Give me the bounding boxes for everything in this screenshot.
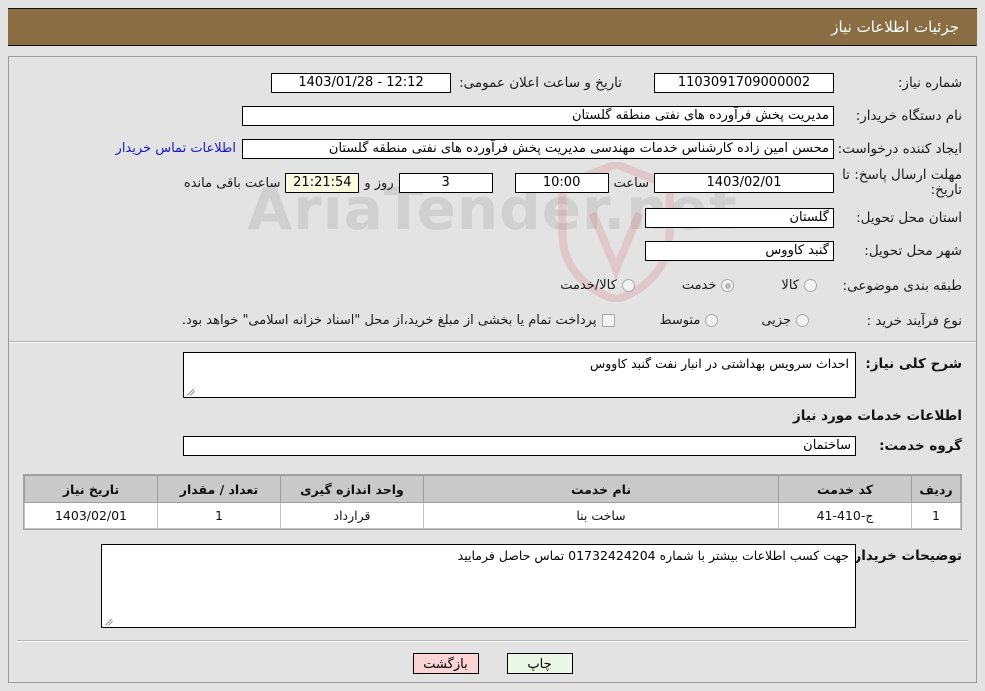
footer-button-bar: بازگشت چاپ <box>9 653 976 674</box>
print-button[interactable]: چاپ <box>506 653 573 674</box>
remaining-days-value: 3 <box>398 173 493 193</box>
city-label: شهر محل تحویل: <box>864 242 962 259</box>
footer-divider <box>17 640 968 642</box>
row-deadline: مهلت ارسال پاسخ: تا تاریخ: 1403/02/01 سا… <box>9 168 976 198</box>
th-unit: واحد اندازه گیری <box>280 475 424 503</box>
row-service-group: گروه خدمت: ساختمان <box>9 432 976 459</box>
islamic-treasury-label: پرداخت تمام یا بخشی از مبلغ خرید،از محل … <box>181 313 597 328</box>
radio-motevaset-icon[interactable] <box>705 314 719 327</box>
window-title-bar: جزئیات اطلاعات نیاز <box>8 8 977 46</box>
need-summary-label: شرح کلی نیاز: <box>865 356 962 372</box>
announce-date-label: تاریخ و ساعت اعلان عمومی: <box>459 74 622 91</box>
radio-option-kala[interactable]: کالا <box>779 278 820 293</box>
radio-kala-khedmat-label: کالا/خدمت <box>560 278 617 293</box>
radio-option-jozee[interactable]: جزیی <box>759 313 812 328</box>
deadline-date-value: 1403/02/01 <box>654 173 834 193</box>
radio-option-khedmat[interactable]: خدمت <box>680 278 738 293</box>
services-table-wrapper: ردیف کد خدمت نام خدمت واحد اندازه گیری ت… <box>23 474 962 530</box>
th-quantity: تعداد / مقدار <box>157 475 281 503</box>
need-number-label: شماره نیاز: <box>897 74 962 91</box>
buyer-notes-value: جهت کسب اطلاعات بیشتر با شماره 017324242… <box>457 548 849 563</box>
deadline-label: مهلت ارسال پاسخ: تا تاریخ: <box>842 167 962 198</box>
cell-name: ساخت بنا <box>423 502 779 529</box>
request-creator-value: محسن امین زاده کارشناس خدمات مهندسی مدیر… <box>242 138 834 159</box>
buyer-notes-textarea[interactable]: جهت کسب اطلاعات بیشتر با شماره 017324242… <box>101 544 856 628</box>
resize-grip-icon[interactable] <box>186 386 196 396</box>
buyer-org-label: نام دستگاه خریدار: <box>855 107 962 124</box>
radio-kala-khedmat-icon[interactable] <box>621 279 635 292</box>
buyer-contact-link[interactable]: اطلاعات تماس خریدار <box>116 141 242 156</box>
row-province: استان محل تحویل: گلستان <box>9 204 976 231</box>
panel-content: شماره نیاز: 1103091709000002 تاریخ و ساع… <box>9 69 976 628</box>
row-city: شهر محل تحویل: گنبد کاووس <box>9 237 976 264</box>
deadline-hour-label: ساعت <box>613 175 649 191</box>
cell-unit: قرارداد <box>280 502 424 529</box>
radio-khedmat-icon[interactable] <box>721 279 735 292</box>
radio-jozee-label: جزیی <box>761 313 791 328</box>
section-divider-top <box>9 341 976 343</box>
table-row: 1 ج-410-41 ساخت بنا قرارداد 1 1403/02/01 <box>24 502 961 529</box>
row-need-number: شماره نیاز: 1103091709000002 تاریخ و ساع… <box>9 69 976 96</box>
radio-khedmat-label: خدمت <box>681 278 717 293</box>
cell-date: 1403/02/01 <box>24 502 158 529</box>
service-group-label: گروه خدمت: <box>879 437 962 454</box>
row-buyer-notes: توضیحات خریدار: جهت کسب اطلاعات بیشتر با… <box>9 544 976 628</box>
detail-panel: AriaTender.net شماره نیاز: 1103091709000… <box>8 56 977 683</box>
radio-jozee-icon[interactable] <box>796 314 809 327</box>
remaining-time-suffix: ساعت باقی مانده <box>183 175 281 191</box>
th-date: تاریخ نیاز <box>24 475 158 503</box>
subject-category-label: طبقه بندی موضوعی: <box>842 277 962 294</box>
radio-option-kala-khedmat[interactable]: کالا/خدمت <box>558 278 638 293</box>
row-request-creator: ایجاد کننده درخواست: محسن امین زاده کارش… <box>9 135 976 162</box>
buyer-notes-label: توضیحات خریدار: <box>848 548 962 564</box>
need-summary-value: احداث سرویس بهداشتی در انبار نفت گنبد کا… <box>590 356 849 371</box>
remaining-days-label: روز و <box>364 175 394 191</box>
radio-kala-icon[interactable] <box>804 279 817 292</box>
th-name: نام خدمت <box>423 475 779 503</box>
back-button[interactable]: بازگشت <box>412 653 479 674</box>
row-subject-category: طبقه بندی موضوعی: کالا خدمت کالا/خدمت <box>9 272 976 299</box>
services-table: ردیف کد خدمت نام خدمت واحد اندازه گیری ت… <box>24 475 961 529</box>
row-need-summary: شرح کلی نیاز: احداث سرویس بهداشتی در انب… <box>9 352 976 398</box>
request-creator-label: ایجاد کننده درخواست: <box>837 140 962 157</box>
need-summary-textarea[interactable]: احداث سرویس بهداشتی در انبار نفت گنبد کا… <box>183 352 856 398</box>
province-value: گلستان <box>645 207 834 228</box>
announce-date-value: 1403/01/28 - 12:12 <box>271 72 452 93</box>
radio-kala-label: کالا <box>781 278 799 293</box>
remaining-time-value: 21:21:54 <box>285 173 360 193</box>
deadline-hour-value: 10:00 <box>514 173 609 193</box>
province-label: استان محل تحویل: <box>856 209 962 226</box>
page-title: جزئیات اطلاعات نیاز <box>831 18 959 36</box>
checkbox-islamic-treasury[interactable]: پرداخت تمام یا بخشی از مبلغ خرید،از محل … <box>180 313 620 328</box>
service-group-value: ساختمان <box>183 435 856 456</box>
radio-option-motevaset[interactable]: متوسط <box>657 313 721 328</box>
need-number-value: 1103091709000002 <box>654 72 834 93</box>
city-value: گنبد کاووس <box>645 240 834 261</box>
islamic-treasury-checkbox-icon[interactable] <box>602 314 616 327</box>
table-header-row: ردیف کد خدمت نام خدمت واحد اندازه گیری ت… <box>24 475 961 503</box>
th-index: ردیف <box>911 475 961 503</box>
cell-index: 1 <box>911 502 961 529</box>
purchase-process-label: نوع فرآیند خرید : <box>866 312 962 329</box>
radio-motevaset-label: متوسط <box>659 313 701 328</box>
th-code: کد خدمت <box>778 475 912 503</box>
services-section-heading: اطلاعات خدمات مورد نیاز <box>792 408 962 424</box>
row-purchase-process: نوع فرآیند خرید : جزیی متوسط پرداخت تمام… <box>9 307 976 334</box>
cell-code: ج-410-41 <box>778 502 912 529</box>
buyer-notes-resize-grip-icon[interactable] <box>104 616 114 626</box>
buyer-org-value: مدیریت پخش فرآورده های نفتی منطقه گلستان <box>242 105 834 126</box>
cell-quantity: 1 <box>157 502 281 529</box>
row-buyer-org: نام دستگاه خریدار: مدیریت پخش فرآورده ها… <box>9 102 976 129</box>
